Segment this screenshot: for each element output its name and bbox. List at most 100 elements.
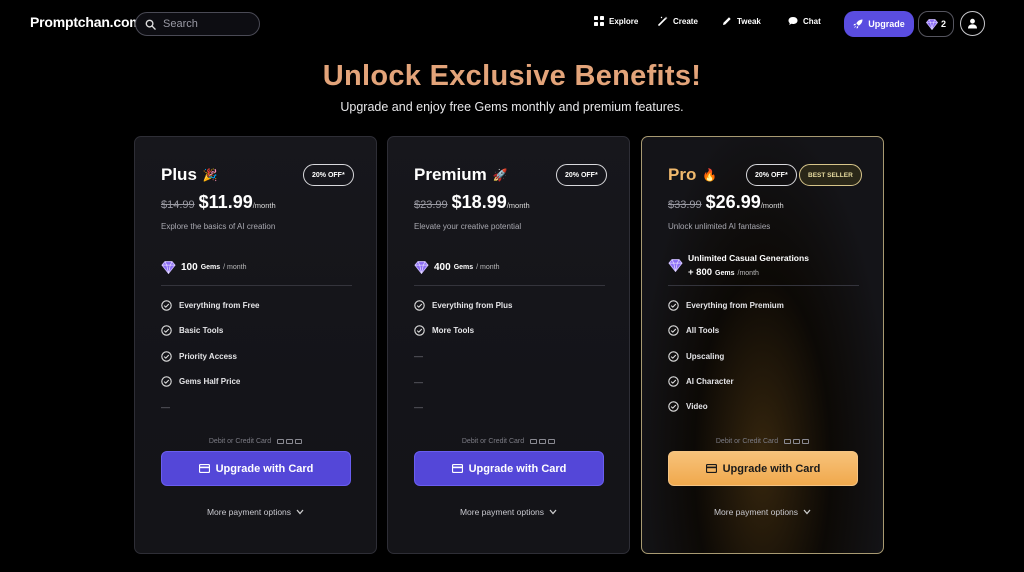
plan-name: Plus 🎉 — [161, 165, 218, 185]
old-price: $33.99 — [668, 199, 702, 211]
current-price: $18.99 — [451, 192, 507, 212]
gem-icon — [668, 259, 683, 272]
gems-amount: + 800 — [688, 267, 713, 278]
feature-item: Everything from Premium — [668, 293, 784, 318]
chevron-down-icon — [549, 509, 557, 515]
nav-explore[interactable]: Explore — [594, 16, 638, 26]
search-box[interactable] — [135, 12, 260, 36]
feature-item: Video — [668, 394, 784, 419]
more-payment-options-link[interactable]: More payment options — [642, 507, 883, 517]
upgrade-with-card-button[interactable]: Upgrade with Card — [161, 451, 351, 486]
monthly-gems: Unlimited Casual Generations + 800 Gems/m… — [668, 253, 809, 278]
feature-text: Everything from Premium — [686, 301, 784, 311]
empty-feature-row: — — [414, 369, 512, 394]
payment-method-note: Debit or Credit Card — [388, 438, 629, 445]
plan-name-text: Plus — [161, 165, 197, 184]
gems-unit: Gems — [453, 264, 474, 271]
gems-balance-button[interactable]: 2 — [918, 11, 954, 37]
check-circle-icon — [161, 376, 172, 387]
feature-list: Everything from Free Basic Tools Priorit… — [161, 293, 259, 419]
check-circle-icon — [414, 300, 425, 311]
cta-label: Upgrade with Card — [468, 462, 567, 475]
feature-text: Priority Access — [179, 351, 237, 361]
plan-card-premium: Premium 🚀 20% OFF* $23.99 $18.99 /month … — [387, 136, 630, 554]
nav-tweak[interactable]: Tweak — [722, 16, 761, 26]
more-payment-options-link[interactable]: More payment options — [135, 507, 376, 517]
feature-item: Everything from Free — [161, 293, 259, 318]
feature-text: Upscaling — [686, 351, 725, 361]
user-profile-button[interactable] — [960, 11, 985, 36]
plan-name: Pro 🔥 — [668, 165, 717, 185]
more-payment-label: More payment options — [206, 507, 292, 517]
gems-amount: 400 — [434, 262, 451, 273]
gems-period: / month — [476, 264, 500, 271]
more-payment-options-link[interactable]: More payment options — [388, 507, 629, 517]
rocket-icon: 🚀 — [492, 168, 508, 182]
credit-card-icon — [705, 464, 717, 473]
header-upgrade-button[interactable]: Upgrade — [844, 11, 914, 37]
header-upgrade-label: Upgrade — [868, 19, 905, 29]
feature-text: Video — [686, 402, 708, 412]
current-price: $26.99 — [705, 192, 761, 212]
upgrade-with-card-button[interactable]: Upgrade with Card — [414, 451, 604, 486]
search-input[interactable] — [163, 18, 253, 30]
payment-note-text: Debit or Credit Card — [715, 438, 779, 445]
discount-badge: 20% OFF* — [556, 164, 607, 186]
divider — [414, 285, 605, 286]
monthly-gems: 400 Gems / month — [414, 261, 500, 274]
feature-text: Gems Half Price — [179, 377, 241, 387]
check-circle-icon — [668, 350, 679, 362]
nav-explore-label: Explore — [609, 16, 639, 26]
plan-description: Explore the basics of AI creation — [161, 222, 276, 231]
gem-icon — [925, 18, 938, 30]
search-icon — [145, 19, 156, 30]
chevron-down-icon — [296, 509, 304, 515]
nav-chat-label: Chat — [803, 16, 821, 26]
feature-text: More Tools — [432, 326, 475, 336]
card-logos-icon — [275, 439, 303, 444]
wand-icon — [658, 16, 668, 26]
nav-chat[interactable]: Chat — [788, 16, 821, 26]
party-popper-icon: 🎉 — [202, 168, 218, 182]
empty-feature-row: — — [414, 344, 512, 369]
feature-text: Everything from Free — [179, 301, 260, 311]
page-subtitle: Upgrade and enjoy free Gems monthly and … — [340, 100, 684, 114]
best-seller-badge: BEST SELLER — [799, 164, 862, 186]
feature-item: Basic Tools — [161, 318, 259, 343]
chat-bubble-icon — [788, 17, 798, 25]
plan-card-pro: Pro 🔥 20% OFF* BEST SELLER $33.99 $26.99… — [641, 136, 884, 554]
gem-icon — [161, 261, 176, 274]
nav-create[interactable]: Create — [658, 16, 698, 26]
credit-card-icon — [198, 464, 210, 473]
payment-note-text: Debit or Credit Card — [461, 438, 525, 445]
price-row: $14.99 $11.99 /month — [161, 192, 276, 213]
check-circle-icon — [161, 325, 172, 337]
payment-note-text: Debit or Credit Card — [208, 438, 272, 445]
feature-item: Everything from Plus — [414, 293, 512, 318]
nav-tweak-label: Tweak — [737, 16, 761, 26]
plan-description: Unlock unlimited AI fantasies — [668, 222, 771, 231]
empty-feature-row: — — [414, 394, 512, 419]
pencil-icon — [723, 17, 731, 25]
feature-item: More Tools — [414, 318, 512, 343]
plan-name-text: Pro — [668, 165, 697, 184]
feature-text: AI Character — [686, 377, 734, 387]
current-price: $11.99 — [198, 192, 253, 212]
price-period: /month — [506, 201, 530, 210]
top-navigation-bar: Promptchan.com Explore Create Tweak Chat… — [0, 0, 1024, 48]
rocket-icon — [853, 19, 863, 29]
feature-list: Everything from Plus More Tools — — — — [414, 293, 512, 419]
nav-create-label: Create — [673, 16, 698, 26]
price-row: $23.99 $18.99 /month — [414, 192, 530, 213]
grid-icon — [594, 16, 604, 26]
chevron-down-icon — [803, 509, 811, 515]
card-logos-icon — [782, 439, 810, 444]
gems-count: 2 — [940, 19, 946, 29]
credit-card-icon — [451, 464, 463, 473]
feature-text: Basic Tools — [179, 326, 224, 336]
upgrade-with-card-button[interactable]: Upgrade with Card — [668, 451, 858, 486]
gem-icon — [414, 261, 429, 274]
check-circle-icon — [414, 325, 425, 337]
gems-period: /month — [737, 270, 759, 277]
site-logo[interactable]: Promptchan.com — [30, 14, 142, 30]
